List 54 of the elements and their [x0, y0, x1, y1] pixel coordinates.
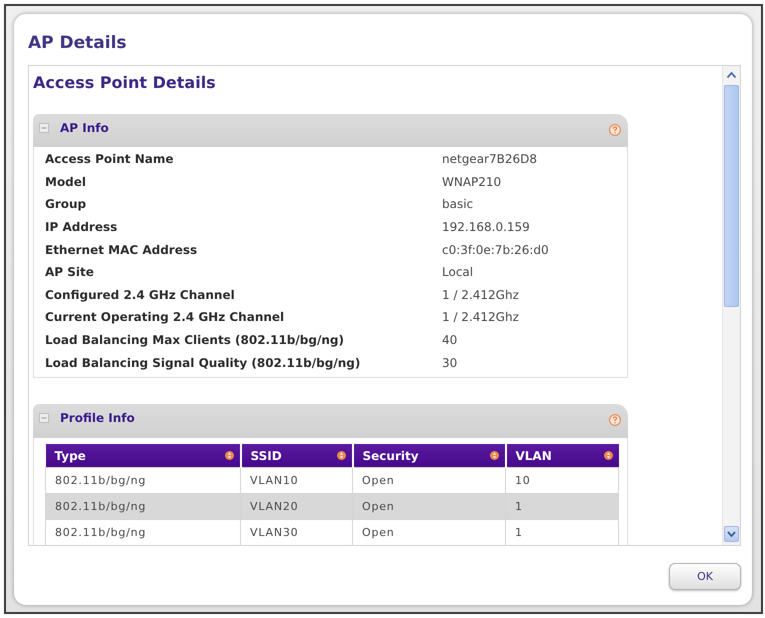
minus-square-icon[interactable]: [39, 123, 49, 133]
panel-title: Profile Info: [60, 410, 135, 426]
field-label: Ethernet MAC Address: [45, 242, 198, 257]
field-label: Configured 2.4 GHz Channel: [45, 288, 235, 302]
field-label: Group: [45, 197, 86, 212]
sort-icon: [604, 451, 612, 460]
ok-button[interactable]: OK: [669, 563, 741, 590]
field-value: basic: [442, 197, 474, 212]
field-value: 1 / 2.412Ghz: [442, 288, 519, 302]
field-label: Access Point Name: [45, 152, 174, 166]
column-header[interactable]: Security: [352, 444, 506, 468]
table-cell: 1: [506, 494, 618, 520]
field-label: Current Operating 2.4 GHz Channel: [45, 310, 284, 324]
chevron-down-icon: [727, 531, 736, 537]
field-value: 1 / 2.412Ghz: [442, 310, 519, 324]
scrollbar-thumb[interactable]: [724, 85, 739, 307]
sort-icon: [224, 451, 234, 460]
field-label: Load Balancing Max Clients (802.11b/bg/ng): [45, 333, 344, 348]
table-cell: 1: [506, 520, 618, 545]
table-cell: 802.11b/bg/ng: [46, 468, 240, 494]
table-cell: 802.11b/bg/ng: [46, 494, 240, 520]
minus-square-icon[interactable]: [39, 412, 49, 423]
table-cell: 10: [506, 468, 618, 494]
field-value: WNAP210: [442, 174, 502, 189]
table-cell: Open: [352, 468, 506, 494]
sort-icon: [490, 451, 498, 460]
dialog-title: AP Details: [28, 32, 127, 54]
field-value: netgear7B26D8: [442, 152, 537, 166]
field-label: IP Address: [45, 220, 118, 234]
table-cell: 802.11b/bg/ng: [46, 520, 240, 545]
table-cell: VLAN20: [240, 494, 352, 520]
field-value: 30: [442, 356, 458, 370]
field-label: Model: [45, 174, 86, 189]
column-header[interactable]: VLAN: [506, 444, 618, 468]
help-icon[interactable]: [609, 124, 621, 136]
section-heading: Access Point Details: [33, 73, 216, 93]
field-value: 40: [442, 333, 458, 348]
scroll-up-icon[interactable]: [726, 71, 737, 79]
help-icon[interactable]: [609, 414, 621, 426]
scrollbar-track[interactable]: [722, 66, 740, 545]
field-label: AP Site: [45, 265, 94, 280]
column-header[interactable]: Type: [46, 444, 240, 468]
table-cell: Open: [352, 520, 506, 545]
panel-title: AP Info: [60, 120, 109, 136]
table-cell: VLAN10: [240, 468, 352, 494]
field-label: Load Balancing Signal Quality (802.11b/bg/ng): [45, 356, 360, 370]
field-value: c0:3f:0e:7b:26:d0: [442, 242, 549, 257]
column-header[interactable]: SSID: [240, 444, 352, 468]
field-value: 192.168.0.159: [442, 220, 530, 234]
scroll-down-button[interactable]: [724, 526, 739, 542]
field-value: Local: [442, 265, 474, 280]
sort-icon: [336, 451, 346, 460]
table-cell: Open: [352, 494, 506, 520]
table-cell: VLAN30: [240, 520, 352, 545]
